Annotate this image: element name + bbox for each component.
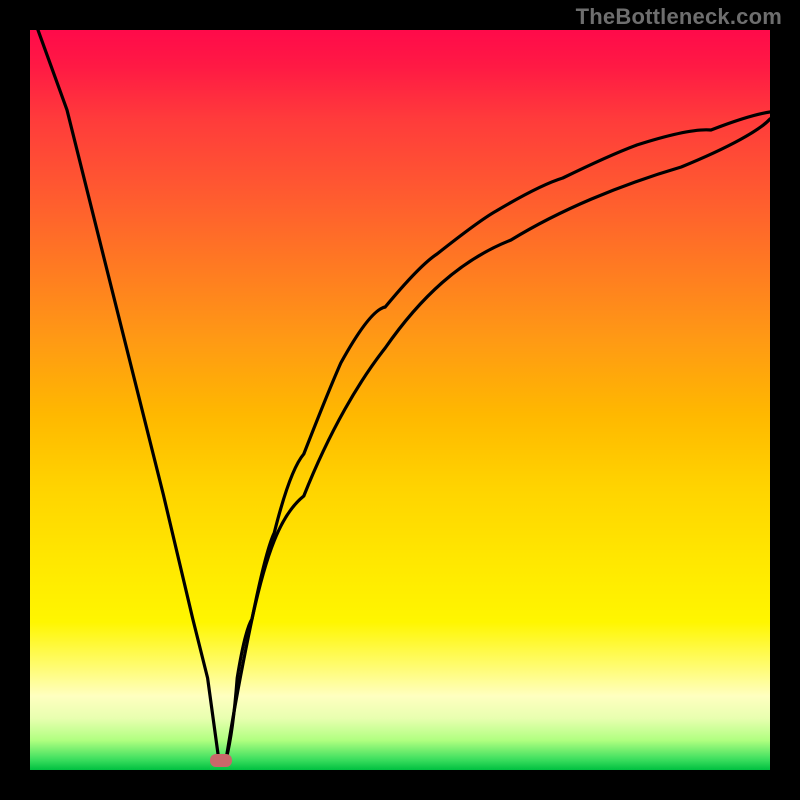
chart-frame: TheBottleneck.com [0, 0, 800, 800]
curve-right-branch-smooth [226, 112, 770, 759]
min-marker [210, 754, 232, 767]
bottleneck-curve [30, 30, 770, 770]
plot-area [30, 30, 770, 770]
curve-right-branch [226, 119, 770, 759]
watermark-text: TheBottleneck.com [576, 4, 782, 30]
curve-left-branch [30, 30, 219, 759]
